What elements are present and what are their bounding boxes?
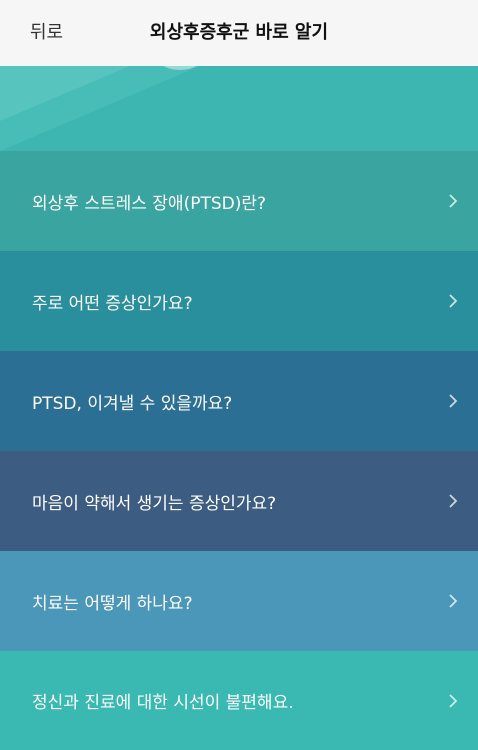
chevron-right-icon xyxy=(449,494,458,508)
menu-item-label: 외상후 스트레스 장애(PTSD)란? xyxy=(32,193,267,214)
menu-item-overcome[interactable]: PTSD, 이겨낼 수 있을까요? xyxy=(0,351,478,451)
menu-item-label: 정신과 진료에 대한 시선이 불편해요. xyxy=(32,693,294,713)
menu-item-treatment[interactable]: 치료는 어떻게 하나요? xyxy=(0,551,478,651)
menu-item-weak-mind[interactable]: 마음이 약해서 생기는 증상인가요? xyxy=(0,451,478,551)
chevron-right-icon xyxy=(449,194,458,208)
chevron-right-icon xyxy=(449,394,458,408)
menu-item-label: 치료는 어떻게 하나요? xyxy=(32,593,193,614)
header-banner xyxy=(0,66,478,151)
menu-item-label: PTSD, 이겨낼 수 있을까요? xyxy=(32,393,233,414)
chevron-right-icon xyxy=(449,294,458,308)
page-title: 외상후증후군 바로 알기 xyxy=(149,22,329,43)
app-screen: 뒤로 외상후증후군 바로 알기 외상후 스트레스 장애(PTSD)란? 주로 어… xyxy=(0,0,478,750)
menu-item-label: 마음이 약해서 생기는 증상인가요? xyxy=(32,493,277,514)
menu-item-stigma[interactable]: 정신과 진료에 대한 시선이 불편해요. xyxy=(0,651,478,750)
back-button[interactable]: 뒤로 xyxy=(30,0,63,66)
banner-decoration xyxy=(0,66,200,151)
chevron-right-icon xyxy=(449,693,458,708)
chevron-right-icon xyxy=(449,594,458,608)
menu-list: 외상후 스트레스 장애(PTSD)란? 주로 어떤 증상인가요? PTSD, 이… xyxy=(0,151,478,750)
navigation-bar: 뒤로 외상후증후군 바로 알기 xyxy=(0,0,478,66)
menu-item-label: 주로 어떤 증상인가요? xyxy=(32,293,193,314)
menu-item-what-is-ptsd[interactable]: 외상후 스트레스 장애(PTSD)란? xyxy=(0,151,478,251)
menu-item-symptoms[interactable]: 주로 어떤 증상인가요? xyxy=(0,251,478,351)
